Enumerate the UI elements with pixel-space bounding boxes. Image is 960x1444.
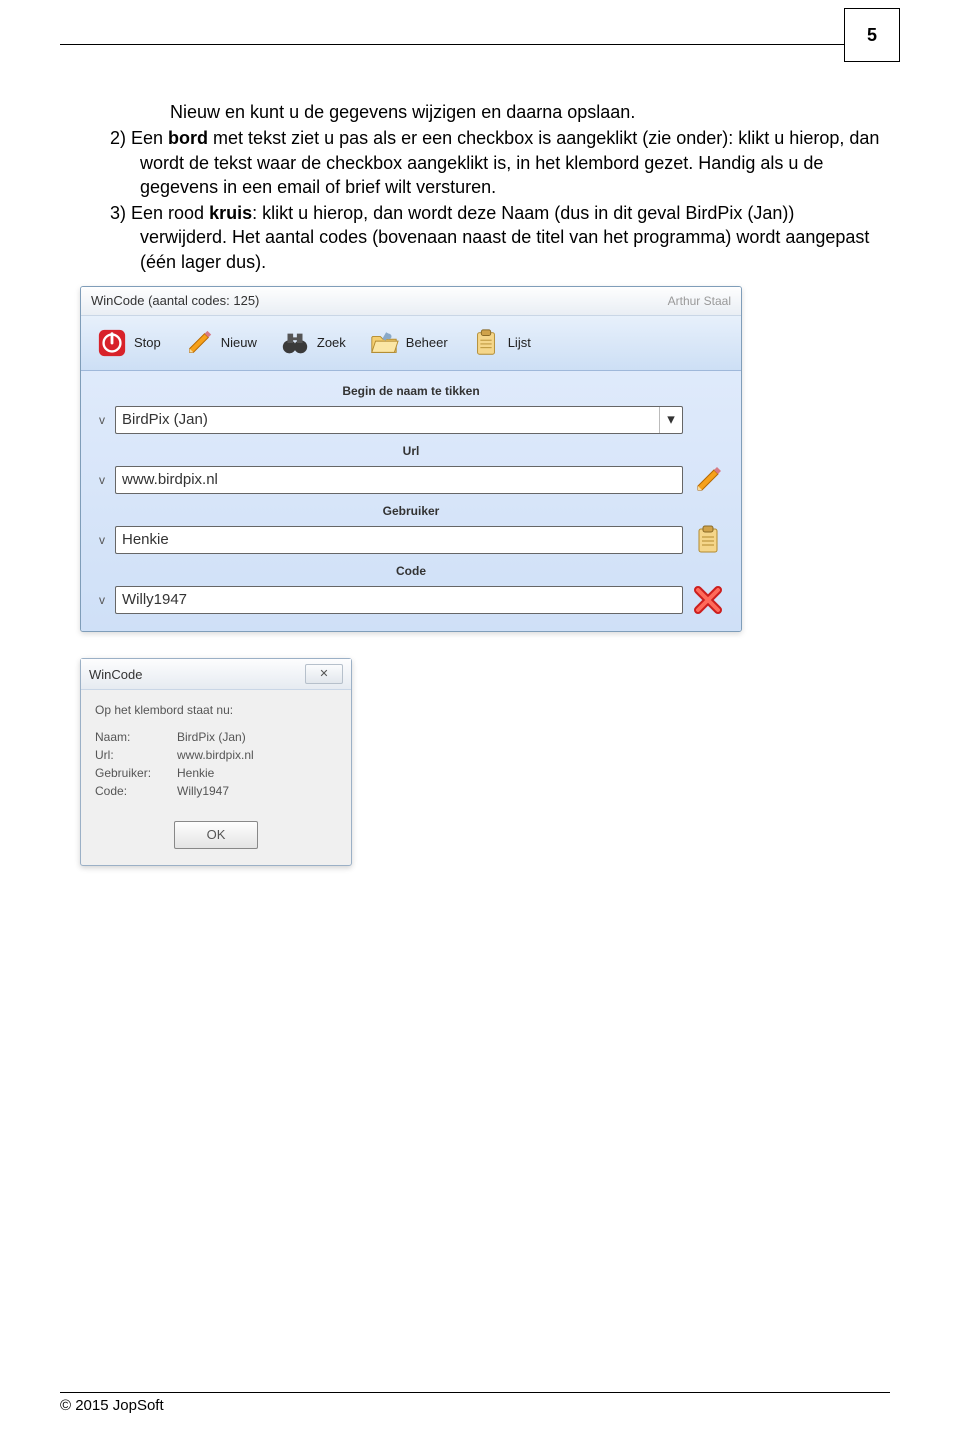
kv-code: Code:Willy1947 [95,783,337,799]
figures: WinCode (aantal codes: 125) Arthur Staal… [80,286,880,866]
name-combobox[interactable]: BirdPix (Jan) ▾ [115,406,683,434]
page: 5 Nieuw en kunt u de gegevens wijzigen e… [0,0,960,1444]
label-url: Url [81,439,741,461]
lijst-button[interactable]: Lijst [463,322,546,364]
row-user: v Henkie [81,521,741,559]
wincode-dialog: WinCode ✕ Op het klembord staat nu: Naam… [80,658,352,865]
stop-label: Stop [134,334,161,352]
clipboard-icon [470,327,502,359]
dialog-titlebar: WinCode ✕ [81,659,351,690]
window-titlebar: WinCode (aantal codes: 125) Arthur Staal [81,287,741,316]
url-value: www.birdpix.nl [122,470,218,490]
name-value: BirdPix (Jan) [122,410,208,430]
spacer [689,403,727,437]
wincode-main-window: WinCode (aantal codes: 125) Arthur Staal… [80,286,742,632]
code-field[interactable]: Willy1947 [115,586,683,614]
beheer-label: Beheer [406,334,448,352]
cross-icon [692,584,724,616]
zoek-button[interactable]: Zoek [272,322,361,364]
dialog-body: Op het klembord staat nu: Naam:BirdPix (… [81,690,351,864]
chevron-down-icon[interactable]: ▾ [659,407,682,433]
nieuw-label: Nieuw [221,334,257,352]
paragraph-item3: 3) Een rood kruis: klikt u hierop, dan w… [110,201,880,274]
copy-user-button[interactable] [689,523,727,557]
row-url: v www.birdpix.nl [81,461,741,499]
row-code: v Willy1947 [81,581,741,619]
nieuw-button[interactable]: Nieuw [176,322,272,364]
pencil-icon [183,327,215,359]
page-number: 5 [844,8,900,62]
dialog-title: WinCode [89,666,142,684]
checkbox-code[interactable]: v [95,592,109,608]
url-field[interactable]: www.birdpix.nl [115,466,683,494]
checkbox-user[interactable]: v [95,532,109,548]
label-code: Code [81,559,741,581]
close-button[interactable]: ✕ [305,664,343,684]
kv-user: Gebruiker:Henkie [95,765,337,781]
beheer-button[interactable]: Beheer [361,322,463,364]
delete-code-button[interactable] [689,583,727,617]
power-icon [96,327,128,359]
header-rule [60,44,850,45]
label-begin: Begin de naam te tikken [81,379,741,401]
dialog-header-text: Op het klembord staat nu: [95,702,337,718]
lijst-label: Lijst [508,334,531,352]
user-field[interactable]: Henkie [115,526,683,554]
paragraph-item2: 2) Een bord met tekst ziet u pas als er … [110,126,880,199]
folder-tools-icon [368,327,400,359]
user-value: Henkie [122,530,169,550]
close-icon: ✕ [319,667,328,682]
window-title-right: Arthur Staal [668,293,731,309]
kv-url: Url:www.birdpix.nl [95,747,337,763]
kv-name: Naam:BirdPix (Jan) [95,729,337,745]
form-area: Begin de naam te tikken v BirdPix (Jan) … [81,371,741,632]
pencil-icon [692,464,724,496]
ok-row: OK [95,821,337,849]
paragraph-line1: Nieuw en kunt u de gegevens wijzigen en … [140,100,880,124]
clipboard-icon [692,524,724,556]
zoek-label: Zoek [317,334,346,352]
footer: © 2015 JopSoft [60,1392,890,1414]
binoculars-icon [279,327,311,359]
label-gebruiker: Gebruiker [81,499,741,521]
window-title: WinCode (aantal codes: 125) [91,292,259,310]
stop-button[interactable]: Stop [89,322,176,364]
row-name: v BirdPix (Jan) ▾ [81,401,741,439]
code-value: Willy1947 [122,590,187,610]
checkbox-url[interactable]: v [95,472,109,488]
edit-url-button[interactable] [689,463,727,497]
ok-button[interactable]: OK [174,821,259,849]
body-text: Nieuw en kunt u de gegevens wijzigen en … [80,0,880,866]
checkbox-name[interactable]: v [95,412,109,428]
toolbar: Stop Nieuw Zoek [81,316,741,371]
